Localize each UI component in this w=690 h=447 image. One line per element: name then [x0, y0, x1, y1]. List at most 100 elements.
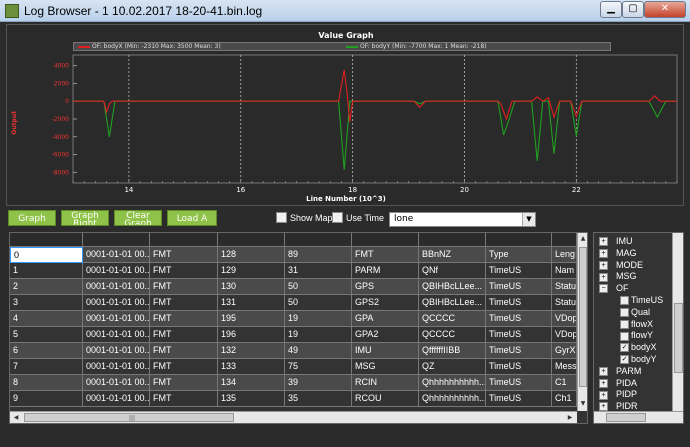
- tree-item-mode[interactable]: + MODE: [599, 260, 643, 272]
- table-cell[interactable]: VDop: [552, 311, 577, 327]
- table-cell[interactable]: GPA2: [352, 327, 419, 343]
- table-cell[interactable]: IMU: [352, 343, 419, 359]
- table-cell[interactable]: 0001-01-01 00...: [83, 359, 150, 375]
- table-cell[interactable]: 129: [218, 263, 285, 279]
- table-cell[interactable]: FMT: [150, 247, 218, 263]
- table-row[interactable]: 9 0001-01-01 00... FMT 135 35 RCOU Qhhhhhhhhhh…: [10, 391, 577, 407]
- table-cell[interactable]: 6: [10, 343, 83, 359]
- field-checkbox[interactable]: [620, 331, 629, 341]
- table-cell[interactable]: TimeUS: [486, 295, 552, 311]
- collapse-icon[interactable]: −: [599, 284, 608, 294]
- table-cell[interactable]: 195: [218, 311, 285, 327]
- table-cell[interactable]: Statu: [552, 295, 577, 311]
- table-cell[interactable]: QBIHBcLLee...: [419, 295, 486, 311]
- table-cell[interactable]: 39: [285, 375, 352, 391]
- tree-item-pidp[interactable]: + PIDP: [599, 389, 637, 401]
- tree-item-of[interactable]: − OF: [599, 283, 629, 295]
- table-cell[interactable]: GPS: [352, 279, 419, 295]
- scroll-down-icon[interactable]: ▼: [578, 398, 587, 410]
- table-cell[interactable]: 0: [10, 247, 83, 263]
- tree-item-msg[interactable]: + MSG: [599, 271, 637, 283]
- table-cell[interactable]: TimeUS: [486, 327, 552, 343]
- table-cell[interactable]: 132: [218, 343, 285, 359]
- grid-header-cell[interactable]: [218, 233, 285, 247]
- table-cell[interactable]: 135: [218, 391, 285, 407]
- table-cell[interactable]: 0001-01-01 00...: [83, 279, 150, 295]
- table-cell[interactable]: Statu: [552, 279, 577, 295]
- expand-icon[interactable]: +: [599, 237, 608, 247]
- show-map-checkbox[interactable]: [276, 212, 287, 223]
- table-cell[interactable]: 196: [218, 327, 285, 343]
- grid-header-cell[interactable]: [150, 233, 218, 247]
- grid-horizontal-scrollbar[interactable]: ◀ ||| ▶: [10, 411, 577, 423]
- table-cell[interactable]: 9: [10, 391, 83, 407]
- table-cell[interactable]: 0001-01-01 00...: [83, 295, 150, 311]
- graph-right-button[interactable]: Graph Right: [61, 210, 109, 226]
- table-cell[interactable]: 134: [218, 375, 285, 391]
- tree-item-bodyx[interactable]: ✓ bodyX: [620, 342, 657, 354]
- table-row[interactable]: 5 0001-01-01 00... FMT 196 19 GPA2 QCCCC TimeUS…: [10, 327, 577, 343]
- value-graph-plot[interactable]: 4000 2000 0 -2000 -4000 -6000 -8000 14 16 18 20 22: [52, 54, 678, 194]
- minimize-button[interactable]: ▁: [600, 1, 622, 18]
- table-row[interactable]: 1 0001-01-01 00... FMT 129 31 PARM QNf TimeUS Na…: [10, 263, 577, 279]
- table-cell[interactable]: 130: [218, 279, 285, 295]
- clear-graph-button[interactable]: Clear Graph: [114, 210, 162, 226]
- table-cell[interactable]: TimeUS: [486, 375, 552, 391]
- table-cell[interactable]: RCOU: [352, 391, 419, 407]
- grid-vscroll-thumb[interactable]: [579, 247, 587, 387]
- expand-icon[interactable]: +: [599, 402, 608, 412]
- tree-item-parm[interactable]: + PARM: [599, 366, 641, 378]
- table-cell[interactable]: Nam: [552, 263, 577, 279]
- table-cell[interactable]: 1: [10, 263, 83, 279]
- table-cell[interactable]: QffffffIIBB: [419, 343, 486, 359]
- table-cell[interactable]: TimeUS: [486, 343, 552, 359]
- table-cell[interactable]: GPS2: [352, 295, 419, 311]
- table-cell[interactable]: 89: [285, 247, 352, 263]
- chevron-down-icon[interactable]: ▼: [522, 213, 535, 226]
- table-cell[interactable]: FMT: [150, 359, 218, 375]
- table-cell[interactable]: 0001-01-01 00...: [83, 311, 150, 327]
- table-cell[interactable]: FMT: [150, 391, 218, 407]
- field-checkbox[interactable]: ✓: [620, 343, 629, 353]
- table-cell[interactable]: Ch1: [552, 391, 577, 407]
- field-checkbox[interactable]: ✓: [620, 355, 629, 365]
- grid-header-cell[interactable]: [486, 233, 552, 247]
- load-log-button[interactable]: Load A Log: [167, 210, 217, 226]
- table-cell[interactable]: FMT: [352, 247, 419, 263]
- grid-header-cell[interactable]: [419, 233, 486, 247]
- field-checkbox[interactable]: [620, 307, 629, 317]
- tree-hscroll-thumb[interactable]: [606, 413, 646, 422]
- table-cell[interactable]: TimeUS: [486, 391, 552, 407]
- table-cell[interactable]: 19: [285, 311, 352, 327]
- table-cell[interactable]: 2: [10, 279, 83, 295]
- grid-hscroll-thumb[interactable]: |||: [24, 413, 234, 422]
- table-cell[interactable]: Leng: [552, 247, 577, 263]
- table-cell[interactable]: TimeUS: [486, 279, 552, 295]
- table-cell[interactable]: 0001-01-01 00...: [83, 247, 150, 263]
- table-cell[interactable]: FMT: [150, 327, 218, 343]
- table-row[interactable]: 8 0001-01-01 00... FMT 134 39 RCIN Qhhhhhhhhhh…: [10, 375, 577, 391]
- table-cell[interactable]: 0001-01-01 00...: [83, 327, 150, 343]
- table-cell[interactable]: 4: [10, 311, 83, 327]
- table-cell[interactable]: 133: [218, 359, 285, 375]
- table-cell[interactable]: 0001-01-01 00...: [83, 343, 150, 359]
- table-row[interactable]: 2 0001-01-01 00... FMT 130 50 GPS QBIHBcLLee..…: [10, 279, 577, 295]
- timezone-select[interactable]: lone ▼: [389, 212, 536, 227]
- table-cell[interactable]: QZ: [419, 359, 486, 375]
- tree-item-flowy[interactable]: flowY: [620, 330, 653, 342]
- grid-header-cell[interactable]: [285, 233, 352, 247]
- table-row[interactable]: 7 0001-01-01 00... FMT 133 75 MSG QZ TimeUS Mess: [10, 359, 577, 375]
- table-cell[interactable]: FMT: [150, 311, 218, 327]
- table-cell[interactable]: FMT: [150, 343, 218, 359]
- tree-item-bodyy[interactable]: ✓ bodyY: [620, 354, 657, 366]
- table-cell[interactable]: BBnNZ: [419, 247, 486, 263]
- table-cell[interactable]: PARM: [352, 263, 419, 279]
- table-cell[interactable]: MSG: [352, 359, 419, 375]
- table-row[interactable]: 6 0001-01-01 00... FMT 132 49 IMU QffffffIIBB T…: [10, 343, 577, 359]
- table-cell[interactable]: Qhhhhhhhhhh...: [419, 391, 486, 407]
- table-cell[interactable]: 19: [285, 327, 352, 343]
- table-cell[interactable]: 31: [285, 263, 352, 279]
- expand-icon[interactable]: +: [599, 366, 608, 376]
- table-cell[interactable]: 128: [218, 247, 285, 263]
- scroll-up-icon[interactable]: ▲: [578, 233, 587, 245]
